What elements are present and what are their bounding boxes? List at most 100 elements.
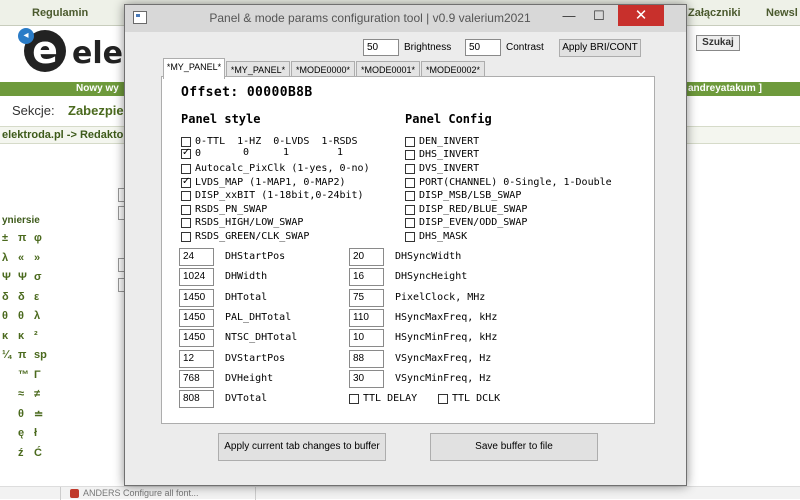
pal-dhtotal-input[interactable]: 1450 (179, 309, 214, 327)
apply-tab-changes-button[interactable]: Apply current tab changes to buffer (218, 433, 386, 461)
symbol-button[interactable]: ≐ (34, 408, 43, 421)
apply-bri-cont-button[interactable]: Apply BRI/CONT (559, 39, 641, 57)
nav-link-zalaczniki[interactable]: Załączniki (688, 7, 741, 19)
checkbox-lvds-map[interactable]: LVDS_MAP (1-MAP1, 0-MAP2) (181, 176, 346, 189)
close-button[interactable]: ✕ (618, 5, 664, 26)
breadcrumb-text[interactable]: elektroda.pl -> Redakto (2, 129, 123, 141)
checkbox-style-zero[interactable]: 0 (181, 147, 201, 160)
checkbox-box[interactable] (405, 217, 415, 228)
symbol-button[interactable]: θ (2, 310, 8, 322)
dvheight-input[interactable]: 768 (179, 370, 214, 388)
green-bar-user-text[interactable]: andreyatakum ] (688, 82, 762, 96)
symbol-button[interactable]: θ (18, 310, 24, 322)
checkbox-port-channel[interactable]: PORT(CHANNEL) 0-Single, 1-Double (405, 176, 612, 189)
symbol-button[interactable]: ² (34, 330, 38, 342)
checkbox-box[interactable] (181, 147, 191, 159)
checkbox-disp-red-blue-swap[interactable]: DISP_RED/BLUE_SWAP (405, 203, 527, 216)
hsyncminfreq-input[interactable]: 10 (349, 329, 384, 347)
dvtotal-input[interactable]: 808 (179, 390, 214, 408)
symbol-button[interactable]: δ (18, 291, 25, 303)
symbol-button[interactable]: σ (34, 271, 42, 283)
checkbox-box[interactable] (181, 163, 191, 174)
checkbox-autocalc-pixclk[interactable]: Autocalc_PixClk (1-yes, 0-no) (181, 162, 370, 175)
symbol-button[interactable]: φ (34, 232, 42, 244)
vsyncmaxfreq-input[interactable]: 88 (349, 350, 384, 368)
checkbox-box[interactable] (181, 217, 191, 228)
symbol-button[interactable]: ź (18, 447, 24, 459)
symbol-button[interactable]: π (18, 349, 26, 361)
checkbox-ttl-dclk[interactable]: TTL DCLK (438, 392, 500, 405)
vsyncminfreq-input[interactable]: 30 (349, 370, 384, 388)
hsyncmaxfreq-input[interactable]: 110 (349, 309, 384, 327)
checkbox-box[interactable] (405, 190, 415, 201)
checkbox-box[interactable] (405, 136, 415, 147)
dhsyncheight-input[interactable]: 16 (349, 268, 384, 286)
checkbox-box[interactable] (405, 177, 415, 188)
symbol-button[interactable]: Ψ (18, 271, 27, 283)
symbol-button[interactable]: λ (2, 252, 8, 264)
symbol-button[interactable]: ę (18, 427, 24, 439)
brightness-input[interactable]: 50 (363, 39, 399, 56)
checkbox-box[interactable] (405, 204, 415, 215)
checkbox-box[interactable] (181, 204, 191, 215)
maximize-button[interactable]: ☐ (585, 5, 613, 26)
symbol-button[interactable]: π (18, 232, 26, 244)
checkbox-box[interactable] (405, 163, 415, 174)
dhtotal-input[interactable]: 1450 (179, 289, 214, 307)
checkbox-box[interactable] (405, 149, 415, 160)
symbol-button[interactable]: sp (34, 349, 47, 361)
checkbox-den-invert[interactable]: DEN_INVERT (405, 135, 479, 148)
download-item[interactable]: ANDERS Configure all font... (60, 487, 256, 500)
symbol-button[interactable]: ≠ (34, 388, 40, 400)
checkbox-rsds-pn-swap[interactable]: RSDS_PN_SWAP (181, 203, 267, 216)
symbol-button[interactable]: Ć (34, 447, 42, 459)
dvstartpos-input[interactable]: 12 (179, 350, 214, 368)
checkbox-dvs-invert[interactable]: DVS_INVERT (405, 162, 479, 175)
nav-link-regulamin[interactable]: Regulamin (32, 7, 88, 19)
tab-my-panel-active[interactable]: *MY_PANEL* (163, 58, 225, 79)
symbol-button[interactable]: « (18, 252, 24, 264)
symbol-button[interactable]: ™ (18, 369, 29, 381)
save-buffer-button[interactable]: Save buffer to file (430, 433, 598, 461)
symbol-button[interactable]: ± (2, 232, 8, 244)
symbol-button[interactable]: λ (34, 310, 40, 322)
pixelclock-input[interactable]: 75 (349, 289, 384, 307)
checkbox-rsds-green-clk-swap[interactable]: RSDS_GREEN/CLK_SWAP (181, 230, 309, 243)
symbol-button[interactable]: κ (2, 330, 8, 342)
symbol-button[interactable]: κ (18, 330, 24, 342)
checkbox-disp-msb-lsb-swap[interactable]: DISP_MSB/LSB_SWAP (405, 189, 521, 202)
checkbox-dhs-invert[interactable]: DHS_INVERT (405, 148, 479, 161)
checkbox-box[interactable] (349, 393, 359, 404)
symbol-button[interactable]: θ (18, 408, 24, 420)
checkbox-box[interactable] (181, 176, 191, 188)
checkbox-dhs-mask[interactable]: DHS_MASK (405, 230, 467, 243)
symbol-button[interactable]: ε (34, 291, 39, 303)
symbol-button[interactable]: ¼ (2, 349, 11, 361)
window-titlebar[interactable]: Panel & mode params configuration tool |… (125, 5, 686, 32)
symbol-button[interactable]: Ψ (2, 271, 11, 283)
checkbox-rsds-high-low-swap[interactable]: RSDS_HIGH/LOW_SWAP (181, 216, 303, 229)
checkbox-disp-even-odd-swap[interactable]: DISP_EVEN/ODD_SWAP (405, 216, 527, 229)
checkbox-box[interactable] (438, 393, 448, 404)
sections-link[interactable]: Zabezpiec (68, 103, 131, 118)
dhwidth-input[interactable]: 1024 (179, 268, 214, 286)
symbol-button[interactable]: » (34, 252, 40, 264)
minimize-button[interactable]: — (555, 5, 583, 26)
ntsc-dhtotal-input[interactable]: 1450 (179, 329, 214, 347)
checkbox-box[interactable] (181, 190, 191, 201)
dhstartpos-input[interactable]: 24 (179, 248, 214, 266)
symbol-button[interactable]: δ (2, 291, 9, 303)
search-button[interactable]: Szukaj (696, 35, 740, 51)
checkbox-ttl-delay[interactable]: TTL DELAY (349, 392, 417, 405)
checkbox-box[interactable] (181, 136, 191, 147)
checkbox-box[interactable] (405, 231, 415, 242)
checkbox-ttl-hz-lvds-rsds[interactable]: 0-TTL 1-HZ 0-LVDS 1-RSDS (181, 135, 358, 148)
symbol-button[interactable]: ł (34, 427, 37, 439)
checkbox-disp-xxbit[interactable]: DISP_xxBIT (1-18bit,0-24bit) (181, 189, 364, 202)
contrast-input[interactable]: 50 (465, 39, 501, 56)
symbol-button[interactable]: Γ (34, 369, 41, 381)
green-bar-left-text[interactable]: Nowy wy (76, 82, 119, 96)
nav-link-newsletter[interactable]: Newsl (766, 7, 798, 19)
symbol-button[interactable]: ≈ (18, 388, 24, 400)
dhsyncwidth-input[interactable]: 20 (349, 248, 384, 266)
